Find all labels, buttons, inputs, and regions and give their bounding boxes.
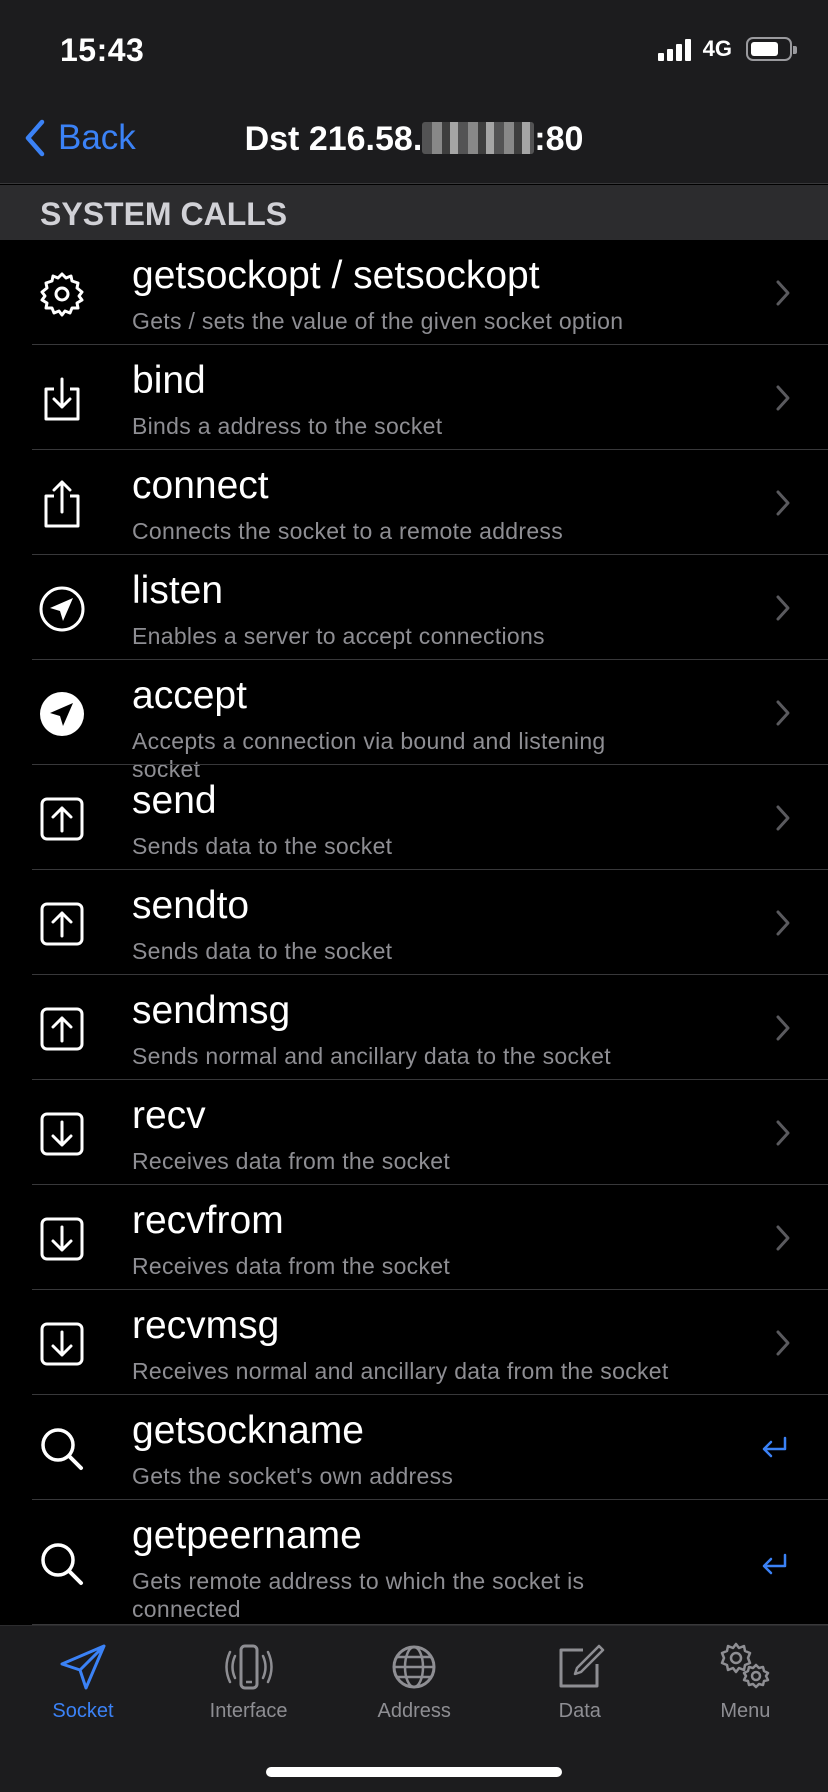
location-circle-outline-icon: [34, 581, 90, 637]
syscall-row-recvfrom[interactable]: recvfrom Receives data from the socket: [0, 1185, 828, 1290]
redacted-address: [422, 122, 535, 154]
arrow-down-square-icon: [34, 1316, 90, 1372]
syscall-description: Receives data from the socket: [132, 1253, 451, 1279]
syscall-name: sendmsg: [132, 989, 291, 1032]
chevron-right-icon: [774, 1328, 792, 1358]
tab-label: Interface: [209, 1700, 288, 1722]
chevron-right-icon: [774, 698, 792, 728]
syscall-name: connect: [132, 464, 269, 507]
chevron-right-icon: [774, 383, 792, 413]
globe-icon: [331, 1640, 497, 1694]
arrow-down-square-icon: [34, 1106, 90, 1162]
syscall-row-send[interactable]: send Sends data to the socket: [0, 765, 828, 870]
syscall-row-recv[interactable]: recv Receives data from the socket: [0, 1080, 828, 1185]
location-circle-fill-icon: [34, 686, 90, 742]
chevron-right-icon: [774, 278, 792, 308]
arrow-up-square-icon: [34, 791, 90, 847]
magnifier-icon: [34, 1536, 90, 1592]
syscall-description: Sends data to the socket: [132, 833, 393, 859]
network-type: 4G: [702, 36, 732, 61]
status-indicators: 4G: [657, 36, 797, 62]
arrow-up-square-icon: [34, 1001, 90, 1057]
title-prefix: Dst 216.58.: [244, 120, 423, 158]
syscall-description: Gets the socket's own address: [132, 1463, 454, 1489]
tab-label: Data: [558, 1700, 601, 1722]
compose-icon: [497, 1640, 663, 1694]
chevron-right-icon: [774, 1013, 792, 1043]
syscall-description: Gets remote address to which the socket …: [132, 1568, 585, 1622]
chevron-right-icon: [774, 488, 792, 518]
paperplane-icon: [0, 1640, 166, 1694]
gear-icon: [34, 266, 90, 322]
syscall-row-sendto[interactable]: sendto Sends data to the socket: [0, 870, 828, 975]
syscall-row-sendmsg[interactable]: sendmsg Sends normal and ancillary data t…: [0, 975, 828, 1080]
syscall-name: recvmsg: [132, 1304, 280, 1347]
system-call-list: getsockopt / setsockopt Gets / sets the v…: [0, 240, 828, 1625]
tab-address[interactable]: Address: [331, 1640, 497, 1723]
tab-label: Menu: [720, 1700, 771, 1722]
syscall-description: Gets / sets the value of the given socke…: [132, 308, 624, 334]
share-icon: [34, 476, 90, 532]
syscall-name: send: [132, 779, 217, 822]
syscall-description: Sends normal and ancillary data to the s…: [132, 1043, 611, 1069]
return-arrow-icon: [760, 1435, 788, 1459]
chevron-right-icon: [774, 908, 792, 938]
return-arrow-icon: [760, 1552, 788, 1576]
magnifier-icon: [34, 1421, 90, 1477]
navigation-bar: Back Dst 216.58.:80: [0, 100, 828, 184]
tab-label: Socket: [52, 1700, 114, 1722]
syscall-row-listen[interactable]: listen Enables a server to accept connect…: [0, 555, 828, 660]
syscall-description: Sends data to the socket: [132, 938, 393, 964]
syscall-row-getsockopt-setsockopt[interactable]: getsockopt / setsockopt Gets / sets the v…: [0, 240, 828, 345]
tab-interface[interactable]: Interface: [166, 1640, 332, 1723]
arrow-up-square-icon: [34, 896, 90, 952]
chevron-right-icon: [774, 593, 792, 623]
cellular-signal-icon: [657, 37, 691, 61]
section-header: SYSTEM CALLS: [0, 185, 828, 240]
tab-menu[interactable]: Menu: [662, 1640, 828, 1723]
tab-socket[interactable]: Socket: [0, 1640, 166, 1723]
tray-arrow-down-icon: [34, 371, 90, 427]
arrow-down-square-icon: [34, 1211, 90, 1267]
syscall-name: recvfrom: [132, 1199, 284, 1242]
chevron-right-icon: [774, 1223, 792, 1253]
syscall-description: Binds a address to the socket: [132, 413, 443, 439]
section-title: SYSTEM CALLS: [40, 196, 288, 232]
syscall-row-getsockname[interactable]: getsockname Gets the socket's own address: [0, 1395, 828, 1500]
status-bar: 15:43 4G: [0, 0, 828, 100]
gears-icon: [662, 1640, 828, 1694]
phone-waves-icon: [166, 1640, 332, 1694]
syscall-name: getsockname: [132, 1409, 364, 1452]
syscall-name: recv: [132, 1094, 206, 1137]
syscall-row-recvmsg[interactable]: recvmsg Receives normal and ancillary dat…: [0, 1290, 828, 1395]
syscall-name: listen: [132, 569, 224, 612]
tab-data[interactable]: Data: [497, 1640, 663, 1723]
home-indicator: [266, 1767, 562, 1777]
syscall-row-connect[interactable]: connect Connects the socket to a remote a…: [0, 450, 828, 555]
syscall-description: Receives data from the socket: [132, 1148, 451, 1174]
tab-label: Address: [377, 1700, 451, 1722]
status-time: 15:43: [60, 32, 145, 68]
syscall-row-getpeername[interactable]: getpeername Gets remote address to which …: [0, 1500, 828, 1625]
syscall-name: accept: [132, 674, 247, 717]
syscall-row-bind[interactable]: bind Binds a address to the socket: [0, 345, 828, 450]
syscall-name: getpeername: [132, 1514, 362, 1557]
syscall-description: Receives normal and ancillary data from …: [132, 1358, 669, 1384]
syscall-name: bind: [132, 359, 206, 402]
syscall-row-accept[interactable]: accept Accepts a connection via bound and…: [0, 660, 828, 782]
syscall-name: getsockopt / setsockopt: [132, 254, 540, 297]
chevron-right-icon: [774, 803, 792, 833]
syscall-description: Connects the socket to a remote address: [132, 518, 564, 544]
syscall-description: Enables a server to accept connections: [132, 623, 545, 649]
chevron-right-icon: [774, 1118, 792, 1148]
title-suffix: :80: [534, 120, 584, 158]
battery-icon: [746, 37, 797, 61]
syscall-name: sendto: [132, 884, 250, 927]
page-title: Dst 216.58. :80: [0, 120, 828, 159]
